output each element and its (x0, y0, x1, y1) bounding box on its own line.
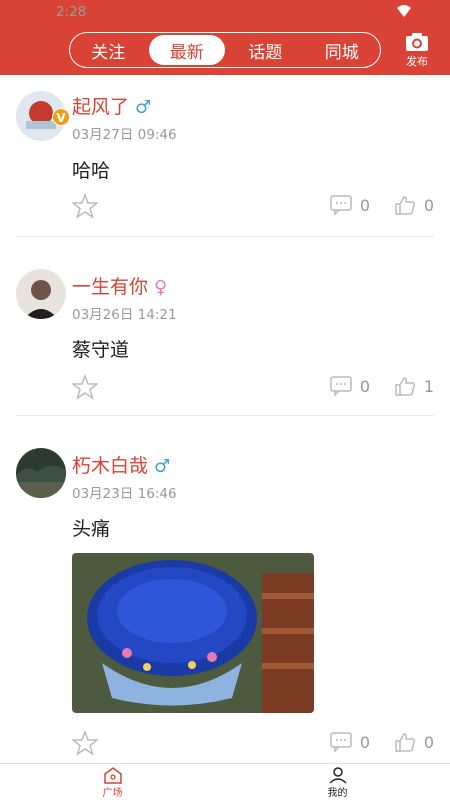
like-count: 0 (423, 195, 434, 215)
like-button[interactable]: 0 (394, 732, 434, 752)
like-button[interactable]: 0 (394, 195, 434, 215)
male-icon: ♂ (135, 97, 152, 118)
comment-count: 0 (359, 732, 370, 752)
post-actions: 0 0 (72, 730, 434, 758)
status-bar: 2:28 (0, 0, 450, 24)
bottom-nav: 广场 我的 (0, 763, 450, 800)
publish-button[interactable]: 发布 (402, 32, 432, 69)
tab-topic[interactable]: 话题 (227, 33, 304, 67)
thumbs-up-icon (395, 733, 415, 752)
comment-count: 0 (359, 376, 370, 396)
nav-mine[interactable]: 我的 (225, 764, 450, 800)
status-time: 2:28 (56, 4, 87, 20)
post-item[interactable]: 朽木白哉 ♂ 03月23日 16:46 头痛 0 0 (16, 416, 434, 763)
post-content: 头痛 (72, 518, 111, 540)
post-actions: 0 0 (72, 193, 434, 221)
feed-tab-switcher: 关注 最新 话题 同城 (69, 32, 381, 68)
top-bar: 关注 最新 话题 同城 发布 (0, 24, 450, 75)
thumbs-up-icon (395, 377, 415, 396)
home-icon (103, 766, 122, 784)
person-icon (328, 766, 347, 784)
nav-mine-label: 我的 (327, 787, 348, 799)
post-time: 03月23日 16:46 (72, 486, 177, 502)
tab-local[interactable]: 同城 (304, 33, 381, 67)
author-name[interactable]: 起风了 ♂ (72, 92, 151, 119)
camera-icon (406, 33, 428, 51)
comment-button[interactable]: 0 (330, 732, 370, 752)
like-count: 0 (423, 732, 434, 752)
post-content: 哈哈 (72, 160, 111, 182)
comment-button[interactable]: 0 (330, 195, 370, 215)
star-icon[interactable] (72, 193, 98, 219)
avatar[interactable] (16, 448, 66, 498)
thumbs-up-icon (395, 196, 415, 215)
star-icon[interactable] (72, 730, 98, 756)
comment-icon (330, 376, 352, 396)
nav-square-label: 广场 (102, 787, 123, 799)
post-content: 蔡守道 (72, 339, 130, 361)
comment-icon (330, 732, 352, 752)
avatar[interactable] (16, 269, 66, 319)
male-icon: ♂ (154, 456, 171, 477)
author-name[interactable]: 一生有你 ♀ (72, 272, 167, 299)
post-item[interactable]: 一生有你 ♀ 03月26日 14:21 蔡守道 0 1 (16, 237, 434, 416)
tab-latest[interactable]: 最新 (148, 35, 225, 65)
like-button[interactable]: 1 (394, 376, 434, 396)
comment-count: 0 (359, 195, 370, 215)
post-item[interactable]: V 起风了 ♂ 03月27日 09:46 哈哈 0 0 (16, 75, 434, 237)
author-name[interactable]: 朽木白哉 ♂ (72, 451, 170, 478)
star-icon[interactable] (72, 374, 98, 400)
post-feed[interactable]: V 起风了 ♂ 03月27日 09:46 哈哈 0 0 一生有你 ♀ 03月26… (0, 75, 450, 763)
post-time: 03月26日 14:21 (72, 307, 177, 323)
comment-button[interactable]: 0 (330, 376, 370, 396)
tab-follow[interactable]: 关注 (70, 33, 147, 67)
post-time: 03月27日 09:46 (72, 127, 177, 143)
female-icon: ♀ (154, 277, 168, 298)
publish-label: 发布 (406, 55, 428, 68)
post-actions: 0 1 (72, 374, 434, 402)
verified-badge: V (52, 108, 70, 126)
like-count: 1 (423, 376, 434, 396)
post-image[interactable] (72, 553, 314, 713)
comment-icon (330, 195, 352, 215)
nav-square[interactable]: 广场 (0, 764, 225, 800)
